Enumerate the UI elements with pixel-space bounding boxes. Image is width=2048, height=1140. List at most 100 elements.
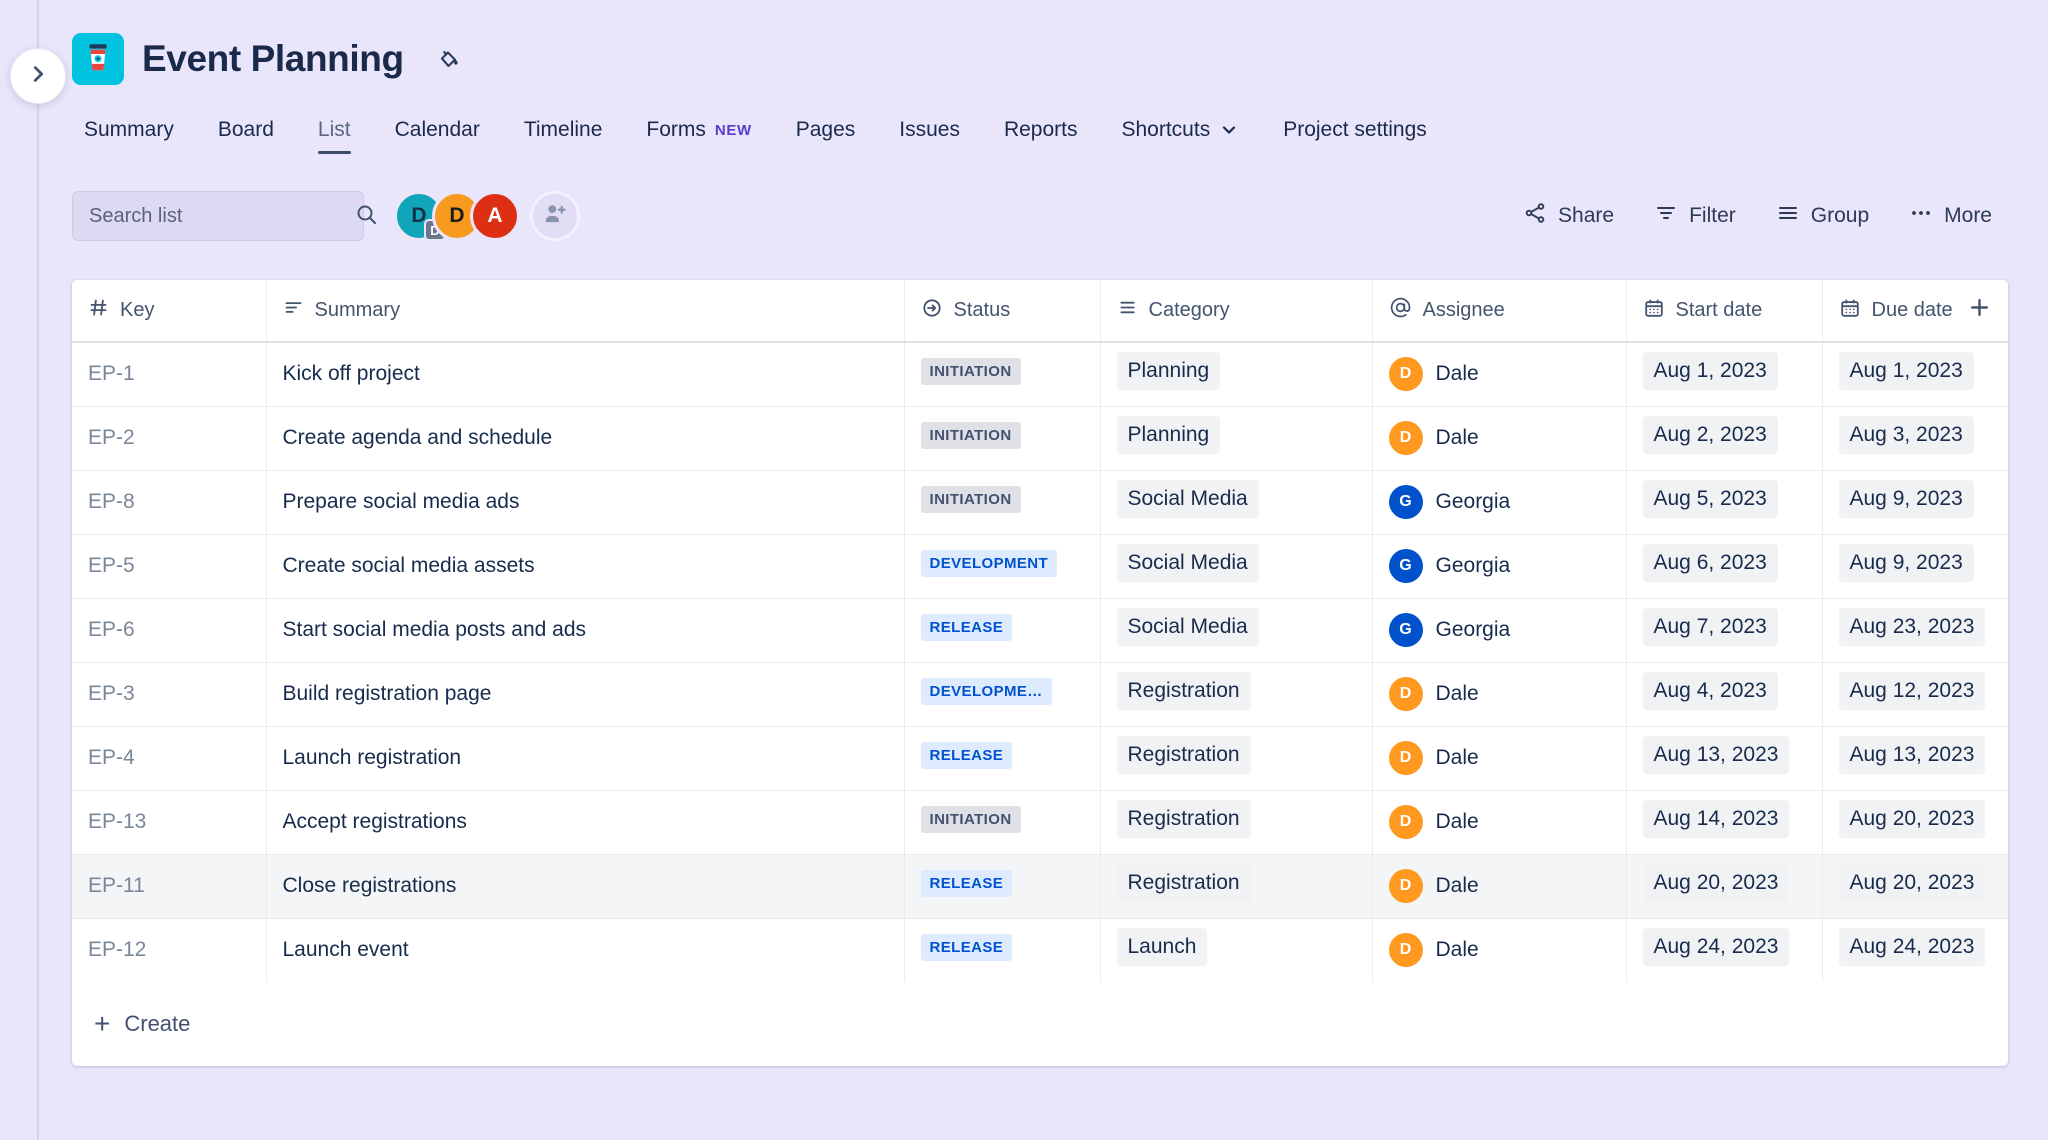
issue-key-link[interactable]: EP-13 [88,810,146,833]
issue-key-link[interactable]: EP-4 [88,746,135,769]
tab-calendar[interactable]: Calendar [373,118,502,154]
tab-pages[interactable]: Pages [774,118,878,154]
cell-start-date[interactable]: Aug 5, 2023 [1626,470,1823,535]
cell-status[interactable]: RELEASE [904,726,1101,791]
cell-category[interactable]: Registration [1100,726,1373,791]
cell-assignee[interactable]: G Georgia [1372,470,1627,535]
paint-bucket-icon[interactable] [436,46,462,72]
cell-due-date[interactable]: Aug 23, 2023 [1822,598,2008,663]
issue-key-link[interactable]: EP-3 [88,682,135,705]
cell-due-date[interactable]: Aug 24, 2023 [1822,918,2008,982]
avatar[interactable]: A [470,191,520,241]
cell-summary[interactable]: Launch event [266,918,905,982]
search-input[interactable] [89,204,354,228]
table-row[interactable]: EP-8 Prepare social media ads INITIATION So… [72,470,2008,535]
cell-start-date[interactable]: Aug 1, 2023 [1626,342,1823,407]
cell-start-date[interactable]: Aug 6, 2023 [1626,534,1823,599]
issue-key-link[interactable]: EP-1 [88,362,135,385]
cell-due-date[interactable]: Aug 20, 2023 [1822,854,2008,919]
cell-due-date[interactable]: Aug 1, 2023 [1822,342,2008,407]
issue-key-link[interactable]: EP-2 [88,426,135,449]
cell-assignee[interactable]: D Dale [1372,726,1627,791]
cell-due-date[interactable]: Aug 12, 2023 [1822,662,2008,727]
cell-status[interactable]: RELEASE [904,854,1101,919]
cell-due-date[interactable]: Aug 9, 2023 [1822,534,2008,599]
column-header-due-date[interactable]: Due date [1822,280,2008,343]
cell-summary[interactable]: Close registrations [266,854,905,919]
cell-key[interactable]: EP-4 [72,726,267,791]
cell-summary[interactable]: Build registration page [266,662,905,727]
add-person-button[interactable] [530,191,580,241]
cell-due-date[interactable]: Aug 9, 2023 [1822,470,2008,535]
cell-summary[interactable]: Accept registrations [266,790,905,855]
cell-category[interactable]: Planning [1100,406,1373,471]
cell-status[interactable]: INITIATION [904,470,1101,535]
tab-shortcuts[interactable]: Shortcuts [1099,118,1261,154]
tab-summary[interactable]: Summary [72,118,196,154]
column-header-category[interactable]: Category [1100,280,1373,343]
create-issue-button[interactable]: + Create [72,982,2008,1066]
column-header-summary[interactable]: Summary [266,280,905,343]
cell-assignee[interactable]: D Dale [1372,790,1627,855]
column-header-assignee[interactable]: Assignee [1372,280,1627,343]
cell-assignee[interactable]: G Georgia [1372,598,1627,663]
cell-category[interactable]: Social Media [1100,598,1373,663]
table-row[interactable]: EP-5 Create social media assets DEVELOPMEN… [72,534,2008,599]
cell-category[interactable]: Social Media [1100,534,1373,599]
column-header-status[interactable]: Status [904,280,1101,343]
share-button[interactable]: Share [1503,193,1634,239]
table-row[interactable]: EP-12 Launch event RELEASE Launch D Dale Aug 2… [72,918,2008,982]
column-header-key[interactable]: Key [72,280,267,343]
cell-category[interactable]: Launch [1100,918,1373,982]
filter-button[interactable]: Filter [1634,193,1756,239]
cell-due-date[interactable]: Aug 3, 2023 [1822,406,2008,471]
cell-assignee[interactable]: D Dale [1372,854,1627,919]
issue-key-link[interactable]: EP-6 [88,618,135,641]
cell-status[interactable]: RELEASE [904,918,1101,982]
cell-assignee[interactable]: D Dale [1372,918,1627,982]
table-row[interactable]: EP-6 Start social media posts and ads RELE… [72,598,2008,663]
search-list-field[interactable] [72,191,376,241]
cell-summary[interactable]: Create social media assets [266,534,905,599]
table-row[interactable]: EP-1 Kick off project INITIATION Planning D D… [72,342,2008,407]
cell-start-date[interactable]: Aug 13, 2023 [1626,726,1823,791]
tab-forms[interactable]: Forms NEW [624,118,773,154]
cell-status[interactable]: RELEASE [904,598,1101,663]
cell-status[interactable]: INITIATION [904,342,1101,407]
cell-key[interactable]: EP-2 [72,406,267,471]
table-row[interactable]: EP-3 Build registration page DEVELOPME… Reg… [72,662,2008,727]
group-button[interactable]: Group [1756,193,1889,239]
table-row[interactable]: EP-13 Accept registrations INITIATION Regis… [72,790,2008,855]
cell-category[interactable]: Social Media [1100,470,1373,535]
issue-key-link[interactable]: EP-8 [88,490,135,513]
column-header-start-date[interactable]: Start date [1626,280,1823,343]
tab-board[interactable]: Board [196,118,296,154]
cell-summary[interactable]: Prepare social media ads [266,470,905,535]
add-column-button[interactable] [1967,295,1992,326]
cell-summary[interactable]: Start social media posts and ads [266,598,905,663]
cell-assignee[interactable]: D Dale [1372,406,1627,471]
cell-assignee[interactable]: D Dale [1372,342,1627,407]
cell-status[interactable]: INITIATION [904,406,1101,471]
cell-due-date[interactable]: Aug 13, 2023 [1822,726,2008,791]
tab-issues[interactable]: Issues [877,118,982,154]
cell-due-date[interactable]: Aug 20, 2023 [1822,790,2008,855]
cell-assignee[interactable]: D Dale [1372,662,1627,727]
tab-list[interactable]: List [296,118,373,154]
cell-key[interactable]: EP-8 [72,470,267,535]
tab-project-settings[interactable]: Project settings [1261,118,1449,154]
table-row[interactable]: EP-4 Launch registration RELEASE Registrati… [72,726,2008,791]
cell-key[interactable]: EP-6 [72,598,267,663]
issue-key-link[interactable]: EP-11 [88,874,145,897]
cell-summary[interactable]: Launch registration [266,726,905,791]
more-button[interactable]: More [1889,193,2012,239]
cell-start-date[interactable]: Aug 14, 2023 [1626,790,1823,855]
tab-timeline[interactable]: Timeline [502,118,625,154]
cell-category[interactable]: Registration [1100,790,1373,855]
cell-start-date[interactable]: Aug 20, 2023 [1626,854,1823,919]
cell-category[interactable]: Registration [1100,854,1373,919]
cell-category[interactable]: Registration [1100,662,1373,727]
cell-key[interactable]: EP-13 [72,790,267,855]
tab-reports[interactable]: Reports [982,118,1100,154]
table-row[interactable]: EP-2 Create agenda and schedule INITIATION… [72,406,2008,471]
